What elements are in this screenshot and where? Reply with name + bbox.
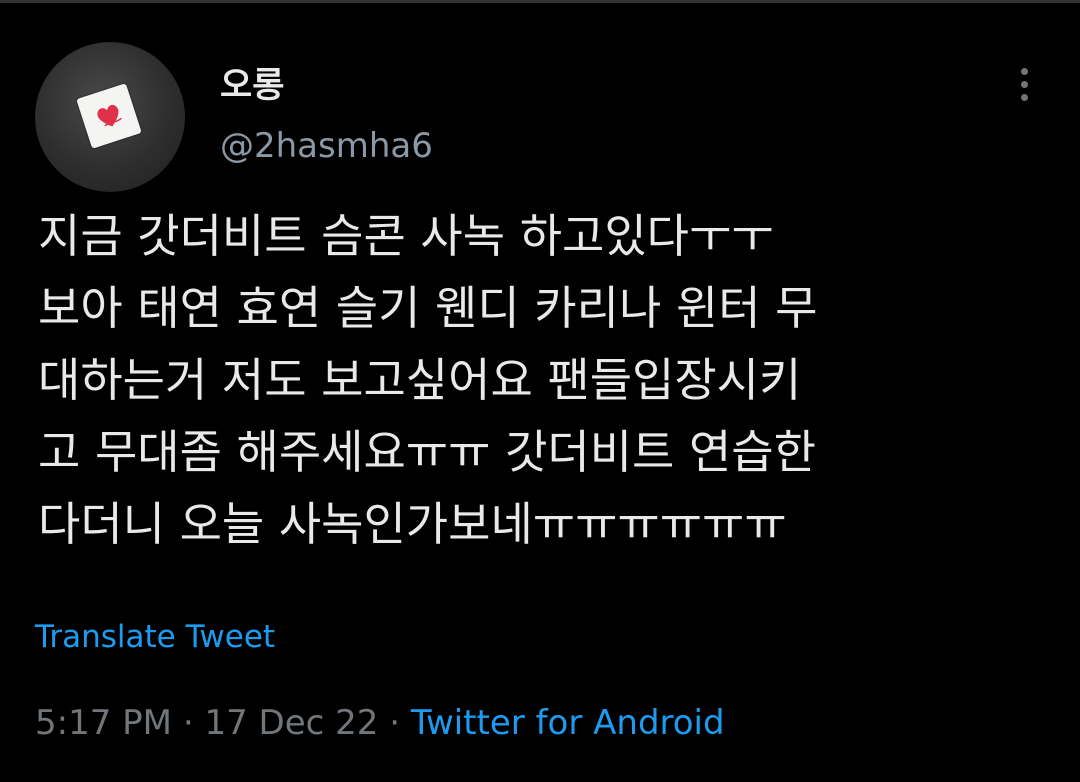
tweet-time[interactable]: 5:17 PM: [35, 703, 172, 743]
avatar[interactable]: [35, 42, 185, 192]
tweet-source-link[interactable]: Twitter for Android: [411, 703, 725, 743]
heart-card-image: [76, 83, 142, 149]
tweet-text-line: 지금 갓더비트 슴콘 사녹 하고있다ㅜㅜ: [38, 209, 774, 263]
tweet-text-line: 다더니 오늘 사녹인가보네ㅠㅠㅠㅠㅠㅠ: [38, 497, 787, 551]
tweet-detail: 오롱 @2hasmha6 지금 갓더비트 슴콘 사녹 하고있다ㅜㅜ 보아 태연 …: [0, 0, 1080, 782]
heart-icon: [97, 104, 122, 127]
tweet-date[interactable]: 17 Dec 22: [204, 703, 378, 743]
author-display-name[interactable]: 오롱: [220, 64, 284, 108]
tweet-text: 지금 갓더비트 슴콘 사녹 하고있다ㅜㅜ 보아 태연 효연 슬기 웬디 카리나 …: [38, 200, 1048, 560]
more-vertical-icon: [1020, 67, 1028, 75]
tweet-metadata: 5:17 PM · 17 Dec 22 · Twitter for Androi…: [35, 700, 725, 746]
tweet-text-line: 보아 태연 효연 슬기 웬디 카리나 윈터 무: [38, 281, 818, 335]
tweet-text-line: 고 무대좀 해주세요ㅠㅠ 갓더비트 연습한: [38, 425, 816, 479]
translate-tweet-link[interactable]: Translate Tweet: [35, 616, 275, 658]
tweet-text-line: 대하는거 저도 보고싶어요 팬들입장시키: [38, 353, 802, 407]
meta-separator: ·: [389, 703, 400, 743]
more-options-button[interactable]: [1004, 62, 1044, 106]
meta-separator: ·: [182, 703, 194, 743]
author-handle[interactable]: @2hasmha6: [220, 124, 433, 168]
